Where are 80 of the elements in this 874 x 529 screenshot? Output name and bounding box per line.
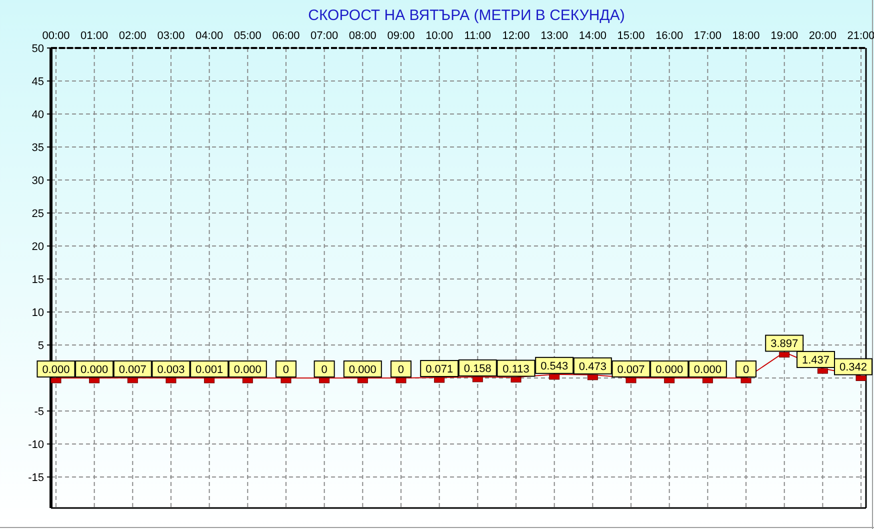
data-marker	[472, 376, 483, 382]
x-tick-label: 21:00	[847, 30, 874, 42]
x-tick-label: 11:00	[464, 30, 492, 42]
value-label: 1.437	[796, 350, 835, 368]
data-marker	[166, 378, 176, 384]
x-tick-label: 08:00	[348, 30, 376, 42]
data-marker	[204, 378, 215, 384]
value-label: 0.003	[152, 360, 190, 378]
x-tick-label: 15:00	[617, 30, 645, 42]
value-label: 0.000	[36, 360, 76, 378]
data-marker	[242, 378, 253, 384]
data-marker	[434, 377, 445, 383]
y-tick-label: -10	[28, 438, 44, 451]
data-marker	[740, 378, 752, 384]
value-label: 0.543	[535, 356, 574, 374]
y-tick-label: 25	[32, 208, 44, 220]
x-tick-label: 14:00	[578, 30, 606, 42]
data-marker	[587, 374, 598, 380]
value-label: 0	[276, 360, 296, 378]
y-tick-label: 35	[32, 142, 44, 154]
y-tick-label: 50	[32, 43, 44, 55]
x-tick-label: 02:00	[118, 30, 146, 42]
value-label: 0	[390, 360, 412, 378]
y-tick-label: 15	[32, 274, 44, 286]
data-marker	[396, 378, 406, 384]
y-tick-label: 10	[32, 307, 44, 319]
x-tick-label: 07:00	[310, 30, 338, 42]
x-tick-label: 05:00	[234, 30, 262, 42]
data-marker	[280, 378, 292, 384]
data-marker	[357, 378, 368, 384]
y-tick-label: -15	[28, 472, 44, 484]
data-marker	[817, 368, 828, 374]
value-label: 0.007	[113, 360, 152, 378]
value-label: 0.000	[228, 360, 267, 378]
value-label: 0.000	[75, 360, 114, 378]
y-tick-label: 40	[32, 109, 44, 121]
x-tick-label: 18:00	[732, 30, 760, 42]
x-tick-label: 16:00	[656, 30, 684, 42]
data-marker	[50, 378, 62, 384]
x-tick-label: 13:00	[540, 30, 568, 42]
value-label: 3.897	[765, 334, 804, 352]
y-tick-label: 5	[38, 340, 44, 352]
data-marker	[89, 378, 100, 384]
value-label: 0.000	[343, 360, 382, 378]
data-marker	[127, 378, 138, 384]
value-label: 0	[736, 360, 756, 378]
data-marker	[702, 378, 713, 384]
data-marker	[626, 378, 636, 384]
value-label: 0	[314, 360, 335, 378]
value-label: 0.342	[834, 358, 872, 376]
value-label: 0.113	[496, 360, 536, 377]
value-label: 0.473	[573, 357, 612, 374]
x-tick-label: 10:00	[426, 30, 454, 42]
data-marker	[549, 374, 560, 380]
x-tick-label: 17:00	[694, 30, 722, 42]
x-tick-label: 12:00	[502, 30, 530, 42]
value-label: 0.001	[190, 360, 229, 378]
data-marker	[856, 376, 866, 381]
value-label: 0.007	[612, 360, 650, 378]
data-marker	[664, 378, 675, 384]
x-tick-label: 20:00	[808, 30, 836, 42]
y-tick-label: -5	[34, 406, 44, 418]
x-tick-label: 06:00	[272, 30, 300, 42]
x-tick-label: 04:00	[196, 30, 224, 42]
value-label: 0.158	[458, 359, 497, 376]
x-tick-label: 00:00	[42, 30, 70, 42]
y-tick-label: 45	[32, 76, 44, 88]
x-tick-label: 03:00	[157, 30, 185, 42]
data-marker	[779, 352, 790, 358]
y-tick-label: 30	[32, 175, 44, 187]
value-label: 0.000	[650, 360, 689, 378]
y-tick-label: 20	[32, 241, 44, 253]
data-marker	[510, 377, 522, 382]
x-tick-label: 01:00	[80, 30, 108, 42]
chart-title: СКОРОСТ НА ВЯТЪРА (МЕТРИ В СЕКУНДА)	[308, 7, 625, 24]
x-tick-label: 19:00	[770, 30, 798, 42]
value-label: 0.000	[688, 360, 727, 378]
x-tick-label: 09:00	[387, 30, 415, 42]
data-marker	[319, 378, 330, 384]
value-label: 0.071	[420, 360, 459, 378]
